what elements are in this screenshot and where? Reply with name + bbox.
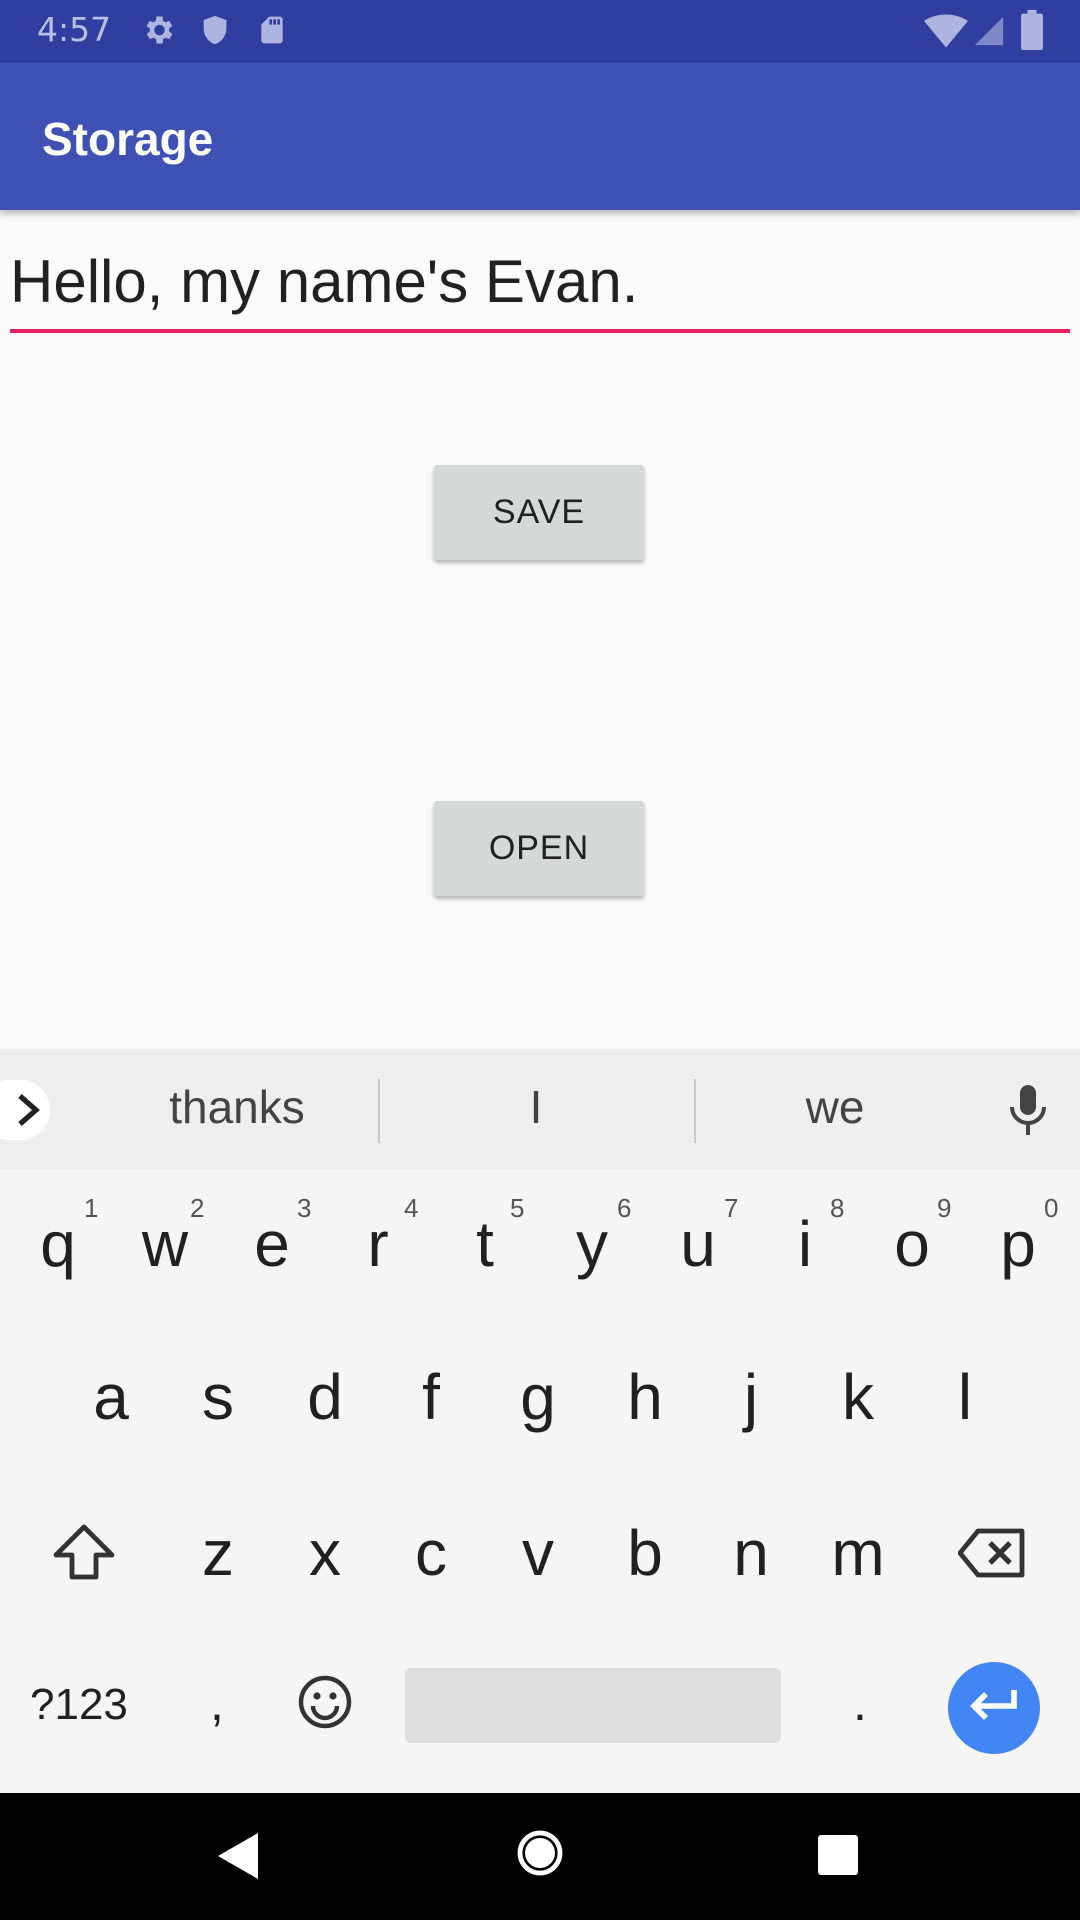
key-m[interactable]: m [808,1516,908,1590]
enter-icon [966,1686,1022,1730]
app-bar: Storage [0,63,1080,210]
key-x[interactable]: x [275,1516,375,1590]
key-hint: 4 [404,1193,419,1223]
key-hint: 0 [1044,1193,1059,1223]
key-d[interactable]: d [275,1360,375,1434]
key-hint: 9 [937,1193,952,1223]
key-s[interactable]: s [168,1360,268,1434]
enter-button[interactable] [948,1662,1040,1754]
shift-icon[interactable] [52,1523,116,1587]
battery-icon [1020,10,1044,54]
suggestion-3[interactable]: we [685,1080,985,1134]
key-hint: 3 [297,1193,312,1223]
chevron-right-icon[interactable] [0,1080,50,1140]
key-hint: 6 [617,1193,632,1223]
key-k[interactable]: k [808,1360,908,1434]
home-icon[interactable] [516,1829,564,1881]
wifi-icon [924,14,968,52]
back-icon[interactable] [218,1833,260,1883]
status-time: 4:57 [37,10,112,49]
key-f[interactable]: f [381,1360,481,1434]
shield-icon [198,12,232,52]
text-input-value: Hello, my name's Evan. [10,248,639,315]
key-hint: 1 [84,1193,99,1223]
save-button[interactable]: SAVE [434,465,644,560]
app-title: Storage [42,113,214,165]
space-bar[interactable] [405,1668,781,1743]
suggestion-divider [378,1079,380,1143]
suggestion-2[interactable]: I [386,1080,686,1134]
key-c[interactable]: c [381,1516,481,1590]
signal-icon [972,14,1006,52]
gear-icon [140,12,176,52]
key-b[interactable]: b [595,1516,695,1590]
key-g[interactable]: g [488,1360,588,1434]
key-hint: 5 [510,1193,525,1223]
suggestion-strip: thanks I we [0,1049,1080,1169]
open-button[interactable]: OPEN [434,801,644,896]
text-input[interactable]: Hello, my name's Evan. [10,235,1070,333]
status-bar: 4:57 [0,0,1080,63]
symbols-key[interactable]: ?123 [30,1680,128,1730]
key-a[interactable]: a [61,1360,161,1434]
key-h[interactable]: h [595,1360,695,1434]
recents-icon[interactable] [818,1835,858,1879]
soft-keyboard: thanks I we q w e r t y u i o p 1 2 3 4 … [0,1049,1080,1793]
key-j[interactable]: j [701,1360,801,1434]
key-hint: 7 [724,1193,739,1223]
sd-card-icon [256,12,288,52]
suggestion-1[interactable]: thanks [87,1080,387,1134]
key-n[interactable]: n [701,1516,801,1590]
microphone-icon[interactable] [1004,1083,1052,1141]
backspace-icon[interactable] [957,1527,1028,1583]
period-key[interactable]: . [853,1674,867,1732]
emoji-icon[interactable] [297,1674,353,1734]
key-l[interactable]: l [915,1360,1015,1434]
key-hint: 8 [830,1193,845,1223]
navigation-bar [0,1793,1080,1920]
key-hint: 2 [190,1193,205,1223]
comma-key[interactable]: , [210,1674,224,1732]
key-v[interactable]: v [488,1516,588,1590]
key-z[interactable]: z [168,1516,268,1590]
